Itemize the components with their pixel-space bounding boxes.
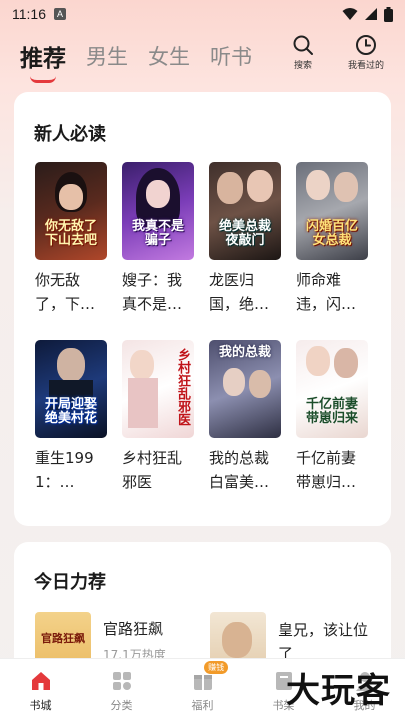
- book-title: 师命难违，闪…: [296, 271, 357, 313]
- nav-label: 书城: [29, 699, 52, 712]
- book-title: 龙医归国，绝…: [209, 271, 270, 313]
- wifi-icon: [342, 8, 358, 20]
- tab-male[interactable]: 男生: [86, 41, 128, 71]
- search-icon: [293, 35, 313, 55]
- book-cover: 我的总裁: [209, 340, 281, 438]
- search-label: 搜索: [293, 61, 312, 71]
- section-title: 新人必读: [34, 124, 106, 145]
- tab-active-indicator: [30, 76, 56, 83]
- tab-label: 推荐: [20, 46, 66, 72]
- book-cover: 千亿前妻带崽归来: [296, 340, 368, 438]
- book-item[interactable]: 我的总裁 我的总裁白富美…: [209, 340, 281, 494]
- book-item[interactable]: 乡村狂乱邪医 乡村狂乱邪医: [122, 340, 194, 494]
- clock-icon: [356, 35, 376, 55]
- nav-welfare[interactable]: 赚钱 福利: [162, 659, 243, 720]
- book-title: 你无敌了，下…: [35, 271, 96, 313]
- cover-title: 开局迎娶绝美村花: [44, 397, 97, 426]
- book-cover: 我真不是骗子: [122, 162, 194, 260]
- tab-label: 女生: [148, 45, 190, 69]
- book-item[interactable]: 千亿前妻带崽归来 千亿前妻带崽归…: [296, 340, 368, 494]
- book-item[interactable]: 绝美总裁夜敲门 龙医归国，绝…: [209, 162, 281, 316]
- tab-female[interactable]: 女生: [148, 41, 190, 71]
- earn-badge: 赚钱: [204, 661, 229, 674]
- new-reader-card: 新人必读 你无敌了下山去吧 你无敌了，下… 我真不是骗子 嫂子：我真不是… 绝美…: [14, 92, 391, 526]
- cover-title: 绝美总裁夜敲门: [218, 219, 271, 248]
- cover-title: 我真不是骗子: [131, 219, 184, 248]
- watermark: 大玩客: [286, 671, 391, 711]
- nav-bookstore[interactable]: 书城: [0, 659, 81, 720]
- status-time: 11:16: [12, 6, 46, 22]
- book-cover: 开局迎娶绝美村花: [35, 340, 107, 438]
- tab-label: 听书: [210, 45, 252, 69]
- history-label: 我看过的: [347, 61, 384, 71]
- nav-category[interactable]: 分类: [81, 659, 162, 720]
- tab-label: 男生: [86, 45, 128, 69]
- notification-icon: A: [54, 8, 66, 20]
- book-title: 千亿前妻带崽归…: [296, 449, 357, 491]
- home-icon: [31, 672, 50, 690]
- tab-recommend[interactable]: 推荐: [20, 39, 66, 83]
- nav-label: 分类: [110, 699, 133, 712]
- book-title: 嫂子：我真不是…: [122, 271, 183, 313]
- battery-icon: [384, 6, 393, 22]
- book-cover: 你无敌了下山去吧: [35, 162, 107, 260]
- cover-title: 我的总裁: [218, 345, 271, 360]
- book-cover: 绝美总裁夜敲门: [209, 162, 281, 260]
- cover-title: 官路狂飙: [41, 632, 85, 645]
- signal-icon: [365, 8, 377, 20]
- book-title: 乡村狂乱邪医: [122, 449, 183, 491]
- rec-title: 官路狂飙: [103, 620, 164, 638]
- cover-title: 闪婚百亿女总裁: [305, 219, 358, 248]
- category-icon: [112, 672, 131, 690]
- section-title: 今日力荐: [34, 572, 106, 593]
- book-cover: 闪婚百亿女总裁: [296, 162, 368, 260]
- book-cover: 乡村狂乱邪医: [122, 340, 194, 438]
- book-item[interactable]: 我真不是骗子 嫂子：我真不是…: [122, 162, 194, 316]
- cover-title: 你无敌了下山去吧: [44, 219, 97, 248]
- history-button[interactable]: 我看过的: [344, 34, 388, 71]
- cover-title: 千亿前妻带崽归来: [305, 397, 358, 426]
- book-item[interactable]: 闪婚百亿女总裁 师命难违，闪…: [296, 162, 368, 316]
- status-bar: 11:16 A: [0, 0, 405, 28]
- nav-label: 福利: [191, 699, 214, 712]
- book-title: 我的总裁白富美…: [209, 449, 270, 491]
- cover-title: 乡村狂乱邪医: [175, 348, 190, 426]
- book-title: 重生1991：…: [35, 449, 94, 491]
- search-button[interactable]: 搜索: [281, 34, 325, 71]
- book-item[interactable]: 你无敌了下山去吧 你无敌了，下…: [35, 162, 107, 316]
- book-item[interactable]: 开局迎娶绝美村花 重生1991：…: [35, 340, 107, 494]
- tab-audiobook[interactable]: 听书: [210, 41, 252, 71]
